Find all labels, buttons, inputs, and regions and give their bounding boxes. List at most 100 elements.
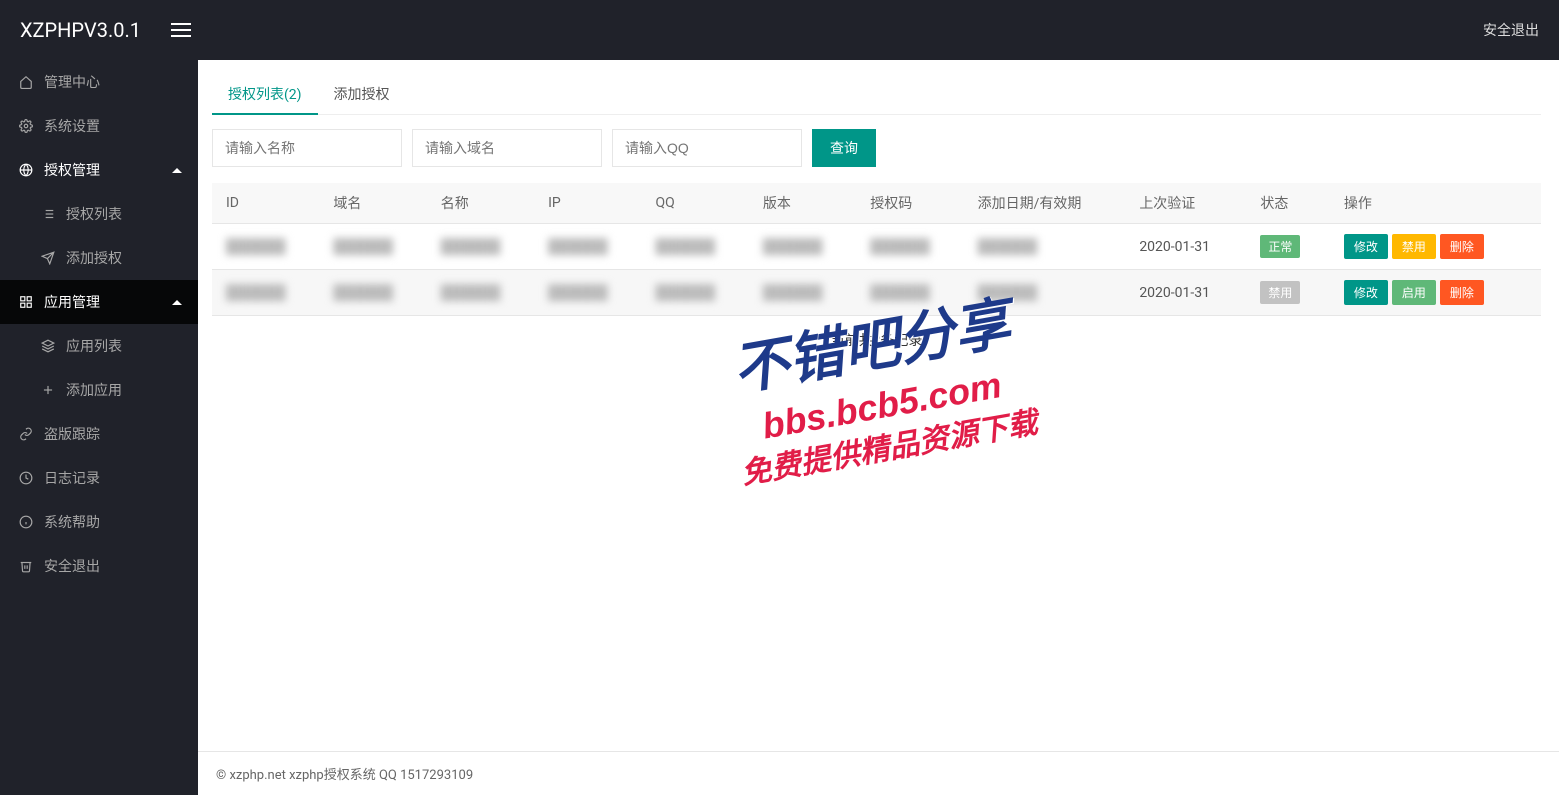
search-button[interactable]: 查询 xyxy=(812,129,876,167)
edit-button[interactable]: 修改 xyxy=(1344,280,1388,305)
sidebar-item-help[interactable]: 系统帮助 xyxy=(0,500,198,544)
sidebar-item-logs[interactable]: 日志记录 xyxy=(0,456,198,500)
sidebar-item-label: 安全退出 xyxy=(44,556,100,576)
cell-redacted: ██████ xyxy=(964,224,1126,270)
toggle-button[interactable]: 启用 xyxy=(1392,280,1436,305)
th-domain: 域名 xyxy=(319,183,426,224)
th-authcode: 授权码 xyxy=(856,183,963,224)
top-header: XZPHPV3.0.1 安全退出 xyxy=(0,0,1559,60)
cell-status: 正常 xyxy=(1246,224,1329,270)
chevron-up-icon xyxy=(172,300,182,305)
cell-redacted: ██████ xyxy=(534,270,641,316)
chevron-up-icon xyxy=(172,168,182,173)
sidebar-item-piracy[interactable]: 盗版跟踪 xyxy=(0,412,198,456)
logout-link[interactable]: 安全退出 xyxy=(1483,20,1539,40)
cell-redacted: ██████ xyxy=(964,270,1126,316)
search-bar: 查询 xyxy=(212,129,1541,167)
sidebar: 管理中心 系统设置 授权管理 授权列表 添加授权 应用管理 xyxy=(0,60,198,795)
cell-redacted: ██████ xyxy=(642,270,749,316)
cell-redacted: ██████ xyxy=(212,224,319,270)
th-last: 上次验证 xyxy=(1125,183,1246,224)
sidebar-item-exit[interactable]: 安全退出 xyxy=(0,544,198,588)
sidebar-item-label: 系统设置 xyxy=(44,116,100,136)
home-icon xyxy=(18,74,34,90)
sidebar-item-label: 系统帮助 xyxy=(44,512,100,532)
sidebar-item-app-add[interactable]: 添加应用 xyxy=(0,368,198,412)
cell-last-verify: 2020-01-31 xyxy=(1125,270,1246,316)
sidebar-item-label: 授权管理 xyxy=(44,160,100,180)
list-icon xyxy=(40,206,56,222)
th-qq: QQ xyxy=(642,183,749,224)
tab-auth-add[interactable]: 添加授权 xyxy=(318,74,406,114)
auth-table: ID 域名 名称 IP QQ 版本 授权码 添加日期/有效期 上次验证 状态 操… xyxy=(212,183,1541,316)
info-icon xyxy=(18,514,34,530)
th-name: 名称 xyxy=(427,183,534,224)
footer: © xzphp.net xzphp授权系统 QQ 1517293109 xyxy=(198,751,1559,795)
tab-auth-list[interactable]: 授权列表(2) xyxy=(212,74,318,114)
sidebar-item-app-list[interactable]: 应用列表 xyxy=(0,324,198,368)
th-version: 版本 xyxy=(749,183,856,224)
sidebar-item-label: 授权列表 xyxy=(66,204,122,224)
cell-last-verify: 2020-01-31 xyxy=(1125,224,1246,270)
footer-text: © xzphp.net xzphp授权系统 QQ 1517293109 xyxy=(216,768,473,783)
menu-toggle-icon[interactable] xyxy=(171,23,191,37)
sidebar-item-label: 盗版跟踪 xyxy=(44,424,100,444)
qq-input[interactable] xyxy=(612,129,802,167)
cell-redacted: ██████ xyxy=(856,224,963,270)
cell-redacted: ██████ xyxy=(427,224,534,270)
record-summary: 当前共2条记录 xyxy=(212,316,1541,364)
sidebar-item-dashboard[interactable]: 管理中心 xyxy=(0,60,198,104)
cell-actions: 修改启用删除 xyxy=(1330,270,1541,316)
cell-redacted: ██████ xyxy=(642,224,749,270)
sidebar-item-label: 日志记录 xyxy=(44,468,100,488)
th-action: 操作 xyxy=(1330,183,1541,224)
sidebar-section-app[interactable]: 应用管理 xyxy=(0,280,198,324)
sidebar-item-auth-add[interactable]: 添加授权 xyxy=(0,236,198,280)
gear-icon xyxy=(18,118,34,134)
delete-button[interactable]: 删除 xyxy=(1440,234,1484,259)
th-ip: IP xyxy=(534,183,641,224)
cell-redacted: ██████ xyxy=(749,270,856,316)
sidebar-item-label: 应用管理 xyxy=(44,292,100,312)
cell-redacted: ██████ xyxy=(749,224,856,270)
brand-title: XZPHPV3.0.1 xyxy=(20,18,141,42)
grid-icon xyxy=(18,294,34,310)
cell-redacted: ██████ xyxy=(856,270,963,316)
cell-redacted: ██████ xyxy=(427,270,534,316)
th-status: 状态 xyxy=(1246,183,1329,224)
clock-icon xyxy=(18,470,34,486)
tabs: 授权列表(2) 添加授权 xyxy=(212,74,1541,115)
cell-redacted: ██████ xyxy=(212,270,319,316)
cell-actions: 修改禁用删除 xyxy=(1330,224,1541,270)
th-date: 添加日期/有效期 xyxy=(964,183,1126,224)
cell-status: 禁用 xyxy=(1246,270,1329,316)
sidebar-item-label: 管理中心 xyxy=(44,72,100,92)
link-icon xyxy=(18,426,34,442)
globe-icon xyxy=(18,162,34,178)
status-badge: 禁用 xyxy=(1260,281,1300,304)
cell-redacted: ██████ xyxy=(319,224,426,270)
sidebar-item-auth-list[interactable]: 授权列表 xyxy=(0,192,198,236)
status-badge: 正常 xyxy=(1260,235,1300,258)
th-id: ID xyxy=(212,183,319,224)
sidebar-item-label: 添加授权 xyxy=(66,248,122,268)
table-row: ████████████████████████████████████████… xyxy=(212,224,1541,270)
sidebar-item-settings[interactable]: 系统设置 xyxy=(0,104,198,148)
domain-input[interactable] xyxy=(412,129,602,167)
cell-redacted: ██████ xyxy=(534,224,641,270)
sidebar-item-label: 添加应用 xyxy=(66,380,122,400)
table-row: ████████████████████████████████████████… xyxy=(212,270,1541,316)
name-input[interactable] xyxy=(212,129,402,167)
watermark-line2: bbs.bcb5.com xyxy=(730,357,1034,455)
edit-button[interactable]: 修改 xyxy=(1344,234,1388,259)
layers-icon xyxy=(40,338,56,354)
watermark-line3: 免费提供精品资源下载 xyxy=(738,403,1040,494)
trash-icon xyxy=(18,558,34,574)
sidebar-item-label: 应用列表 xyxy=(66,336,122,356)
cell-redacted: ██████ xyxy=(319,270,426,316)
plus-icon xyxy=(40,382,56,398)
delete-button[interactable]: 删除 xyxy=(1440,280,1484,305)
sidebar-section-auth[interactable]: 授权管理 xyxy=(0,148,198,192)
toggle-button[interactable]: 禁用 xyxy=(1392,234,1436,259)
send-icon xyxy=(40,250,56,266)
